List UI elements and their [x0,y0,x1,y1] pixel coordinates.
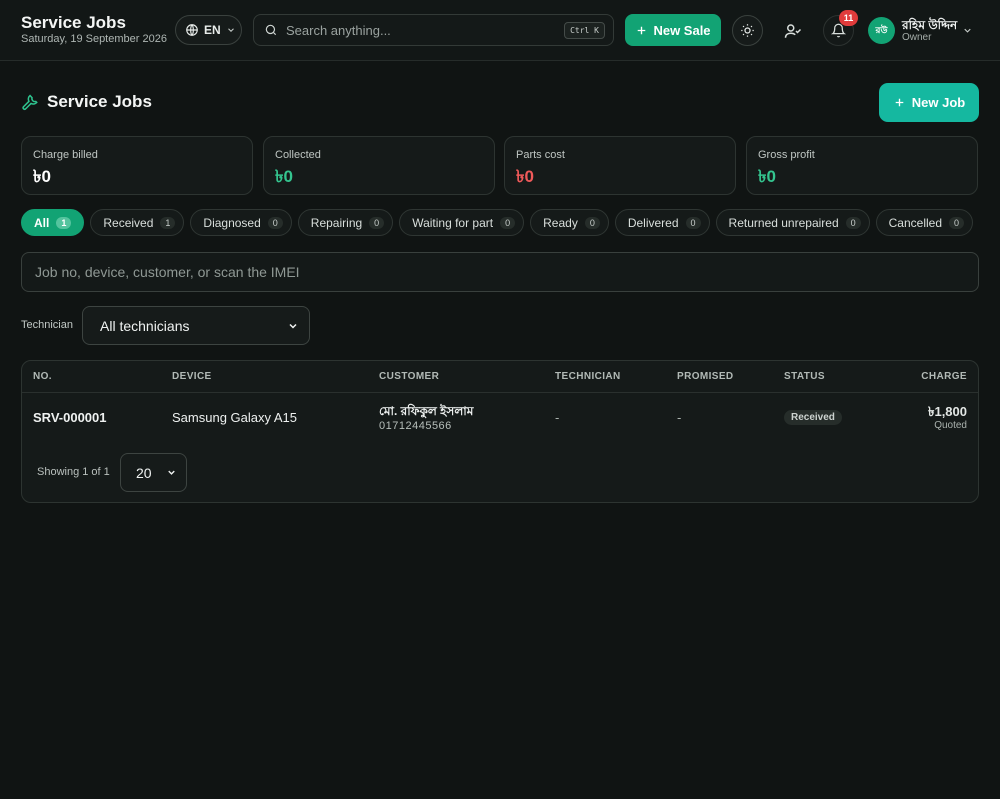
search-placeholder: Search anything... [286,22,391,38]
user-check-icon [784,23,801,38]
filter-count: 1 [56,216,72,229]
stat-label: Charge billed [33,149,98,161]
top-bar: Service Jobs Saturday, 19 September 2026… [0,0,1000,61]
chevron-down-icon[interactable] [962,25,973,36]
technician-label: Technician [21,319,73,331]
page-title: Service Jobs [47,92,152,111]
filter-all[interactable]: All 1 [21,209,85,236]
filter-label: Waiting for part [412,215,494,230]
filter-diagnosed[interactable]: Diagnosed 0 [190,209,292,236]
table-header: NO. DEVICE CUSTOMER TECHNICIAN PROMISED … [22,361,978,393]
filter-label: Received [103,215,154,230]
user-check-button[interactable] [777,15,808,46]
stat-value: ৳0 [758,167,776,186]
filter-count: 0 [845,216,861,229]
job-technician: - [555,410,560,425]
notification-badge: 11 [839,10,858,26]
new-sale-label: New Sale [653,22,711,38]
status-badge: Received [784,410,842,425]
page-size-value: 20 [136,464,152,481]
filter-count: 0 [685,216,701,229]
chevron-down-icon [289,323,297,329]
column-header[interactable]: DEVICE [172,371,212,382]
filter-label: All [34,215,50,230]
job-promised: - [677,410,682,425]
search-icon [265,24,277,36]
filter-delivered[interactable]: Delivered 0 [614,209,710,236]
stat-value: ৳0 [275,167,293,186]
filter-received[interactable]: Received 1 [90,209,185,236]
filter-label: Delivered [627,215,679,230]
user-role: Owner [902,32,932,43]
stat-card-charge-billed: Charge billed ৳0 [21,136,253,195]
filter-count: 0 [584,216,600,229]
stat-label: Collected [275,149,321,161]
globe-icon [186,24,198,36]
filter-count: 0 [267,216,283,229]
stat-value: ৳0 [516,167,534,186]
filter-ready[interactable]: Ready 0 [530,209,609,236]
current-date: Saturday, 19 September 2026 [21,33,167,45]
job-device: Samsung Galaxy A15 [172,410,298,425]
column-header[interactable]: STATUS [784,371,825,382]
filter-label: Diagnosed [203,215,261,230]
search-shortcut: Ctrl K [564,21,605,39]
page-heading: Service Jobs [21,92,152,112]
stat-value: ৳0 [33,167,51,186]
stat-label: Gross profit [758,149,815,161]
wrench-icon [22,94,38,111]
stat-card-parts-cost: Parts cost ৳0 [504,136,736,195]
column-header[interactable]: PROMISED [677,371,734,382]
chevron-down-icon [168,470,175,475]
filter-count: 0 [369,216,385,229]
job-search-input[interactable]: Job no, device, customer, or scan the IM… [21,252,979,292]
pagination-summary: Showing 1 of 1 [37,466,110,478]
customer-phone: 01712445566 [379,420,452,432]
filter-repairing[interactable]: Repairing 0 [297,209,394,236]
charge-note: Quoted [934,420,967,431]
filter-waiting-for-part[interactable]: Waiting for part 0 [399,209,525,236]
table-row[interactable]: SRV-000001 Samsung Galaxy A15 মো. রফিকুল… [22,393,978,443]
avatar[interactable]: রউ [868,17,895,44]
jobs-table: NO. DEVICE CUSTOMER TECHNICIAN PROMISED … [21,360,979,503]
chevron-down-icon [227,28,234,32]
page-size-select[interactable]: 20 [120,453,187,492]
sun-icon [741,24,754,37]
global-search[interactable]: Search anything... Ctrl K [253,14,614,46]
stat-card-collected: Collected ৳0 [263,136,495,195]
status-filter-tabs: All 1 Received 1 Diagnosed 0 Repairing 0… [21,209,974,236]
plus-icon [895,98,904,107]
app-title: Service Jobs [21,13,126,32]
column-header[interactable]: NO. [33,371,52,382]
column-header[interactable]: CHARGE [921,371,967,382]
new-sale-button[interactable]: New Sale [625,14,721,46]
filter-label: Repairing [310,215,363,230]
column-header[interactable]: TECHNICIAN [555,371,621,382]
new-job-label: New Job [911,95,966,110]
filter-count: 0 [500,216,516,229]
stat-card-gross-profit: Gross profit ৳0 [746,136,978,195]
filter-count: 1 [160,216,176,229]
job-number[interactable]: SRV-000001 [33,410,107,425]
language-label: EN [204,23,221,37]
plus-icon [638,26,646,34]
filter-label: Returned unrepaired [728,215,839,230]
technician-selected: All technicians [100,317,190,334]
filter-label: Cancelled [888,215,943,230]
filter-label: Ready [543,215,578,230]
filter-returned-unrepaired[interactable]: Returned unrepaired 0 [715,209,870,236]
language-selector[interactable]: EN [175,15,242,45]
theme-toggle-button[interactable] [732,15,763,46]
technician-select[interactable]: All technicians [82,306,310,345]
stat-label: Parts cost [516,149,565,161]
filter-cancelled[interactable]: Cancelled 0 [875,209,974,236]
filter-count: 0 [949,216,965,229]
column-header[interactable]: CUSTOMER [379,371,439,382]
new-job-button[interactable]: New Job [879,83,979,122]
